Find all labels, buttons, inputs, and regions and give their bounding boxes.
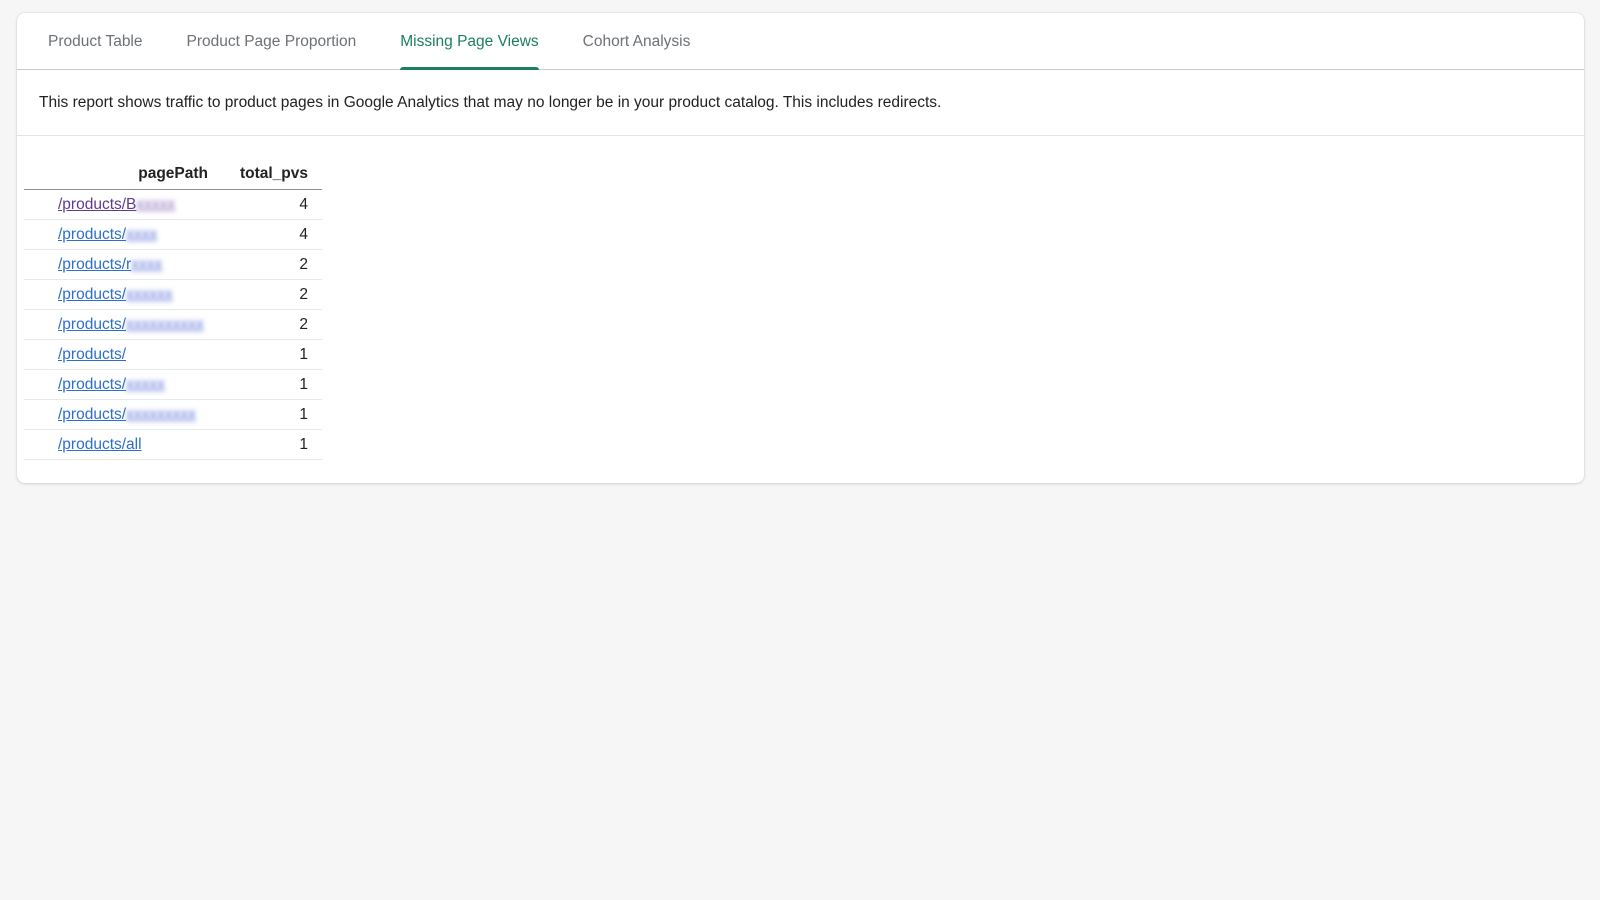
pagepath-link[interactable]: /products/xxxx xyxy=(58,226,157,243)
total-pvs-cell: 2 xyxy=(222,249,322,280)
table-row: /products/rxxxx 2 xyxy=(24,249,322,280)
pagepath-link-text: /products/ xyxy=(58,225,127,243)
redacted-path-segment: xxxxxxxxxx xyxy=(126,315,204,333)
total-pvs-cell: 4 xyxy=(222,189,322,220)
tab-bar: Product Table Product Page Proportion Mi… xyxy=(17,13,1584,70)
column-header-total-pvs: total_pvs xyxy=(222,158,322,190)
missing-page-views-table-container: pagePath total_pvs /products/Bxxxxx 4 /p… xyxy=(24,158,322,460)
redacted-path-segment: xxxx xyxy=(126,225,158,243)
pagepath-link[interactable]: /products/all xyxy=(58,436,142,453)
pagepath-cell: /products/xxxxx xyxy=(24,369,222,400)
total-pvs-cell: 4 xyxy=(222,219,322,250)
pagepath-cell: /products/all xyxy=(24,429,222,460)
pagepath-link[interactable]: /products/xxxxx xyxy=(58,376,165,393)
redacted-path-segment: xxxxx xyxy=(126,375,165,393)
tab-product-table[interactable]: Product Table xyxy=(48,13,143,69)
pagepath-cell: /products/xxxxxxxxx xyxy=(24,399,222,430)
tab-product-page-proportion[interactable]: Product Page Proportion xyxy=(187,13,357,69)
redacted-path-segment: xxxx xyxy=(131,255,163,273)
pagepath-link[interactable]: /products/ xyxy=(58,346,126,363)
pagepath-link[interactable]: /products/xxxxxxxxx xyxy=(58,406,196,423)
pagepath-cell: /products/rxxxx xyxy=(24,249,222,280)
redacted-path-segment: xxxxxxxxx xyxy=(126,405,196,423)
pagepath-link-text: /products/all xyxy=(58,435,142,453)
pagepath-link-text: /products/B xyxy=(58,195,137,213)
table-row: /products/xxxxx 1 xyxy=(24,369,322,400)
pagepath-link-text: /products/ xyxy=(58,285,127,303)
missing-page-views-table: pagePath total_pvs /products/Bxxxxx 4 /p… xyxy=(24,158,322,460)
table-row: /products/xxxxxx 2 xyxy=(24,279,322,310)
pagepath-link[interactable]: /products/xxxxxx xyxy=(58,286,173,303)
report-card: Product Table Product Page Proportion Mi… xyxy=(17,13,1584,483)
tab-missing-page-views[interactable]: Missing Page Views xyxy=(400,13,540,70)
pagepath-link-text: /products/ xyxy=(58,375,127,393)
table-body: /products/Bxxxxx 4 /products/xxxx 4 /pro… xyxy=(24,189,322,460)
pagepath-link-text: /products/ xyxy=(58,345,127,363)
redacted-path-segment: xxxxxx xyxy=(126,285,173,303)
table-row: /products/ 1 xyxy=(24,339,322,370)
pagepath-link-text: /products/ xyxy=(58,315,127,333)
column-header-pagepath: pagePath xyxy=(24,158,222,190)
table-row: /products/Bxxxxx 4 xyxy=(24,189,322,220)
pagepath-cell: /products/xxxxxxxxxx xyxy=(24,309,222,340)
pagepath-link[interactable]: /products/rxxxx xyxy=(58,256,162,273)
tab-cohort-analysis[interactable]: Cohort Analysis xyxy=(583,13,691,69)
total-pvs-cell: 2 xyxy=(222,309,322,340)
total-pvs-cell: 1 xyxy=(222,399,322,430)
total-pvs-cell: 1 xyxy=(222,339,322,370)
total-pvs-cell: 2 xyxy=(222,279,322,310)
table-row: /products/xxxxxxxxx 1 xyxy=(24,399,322,430)
pagepath-cell: /products/ xyxy=(24,339,222,370)
report-description-text: This report shows traffic to product pag… xyxy=(39,93,942,111)
pagepath-link[interactable]: /products/xxxxxxxxxx xyxy=(58,316,204,333)
total-pvs-cell: 1 xyxy=(222,429,322,460)
pagepath-link-text: /products/r xyxy=(58,255,132,273)
table-row: /products/xxxx 4 xyxy=(24,219,322,250)
total-pvs-cell: 1 xyxy=(222,369,322,400)
pagepath-cell: /products/xxxx xyxy=(24,219,222,250)
redacted-path-segment: xxxxx xyxy=(136,195,176,213)
table-row: /products/all 1 xyxy=(24,429,322,460)
pagepath-link[interactable]: /products/Bxxxxx xyxy=(58,196,175,213)
pagepath-cell: /products/xxxxxx xyxy=(24,279,222,310)
report-description: This report shows traffic to product pag… xyxy=(17,70,1584,136)
pagepath-link-text: /products/ xyxy=(58,405,127,423)
table-header-row: pagePath total_pvs xyxy=(24,158,322,190)
pagepath-cell: /products/Bxxxxx xyxy=(24,189,222,220)
table-row: /products/xxxxxxxxxx 2 xyxy=(24,309,322,340)
